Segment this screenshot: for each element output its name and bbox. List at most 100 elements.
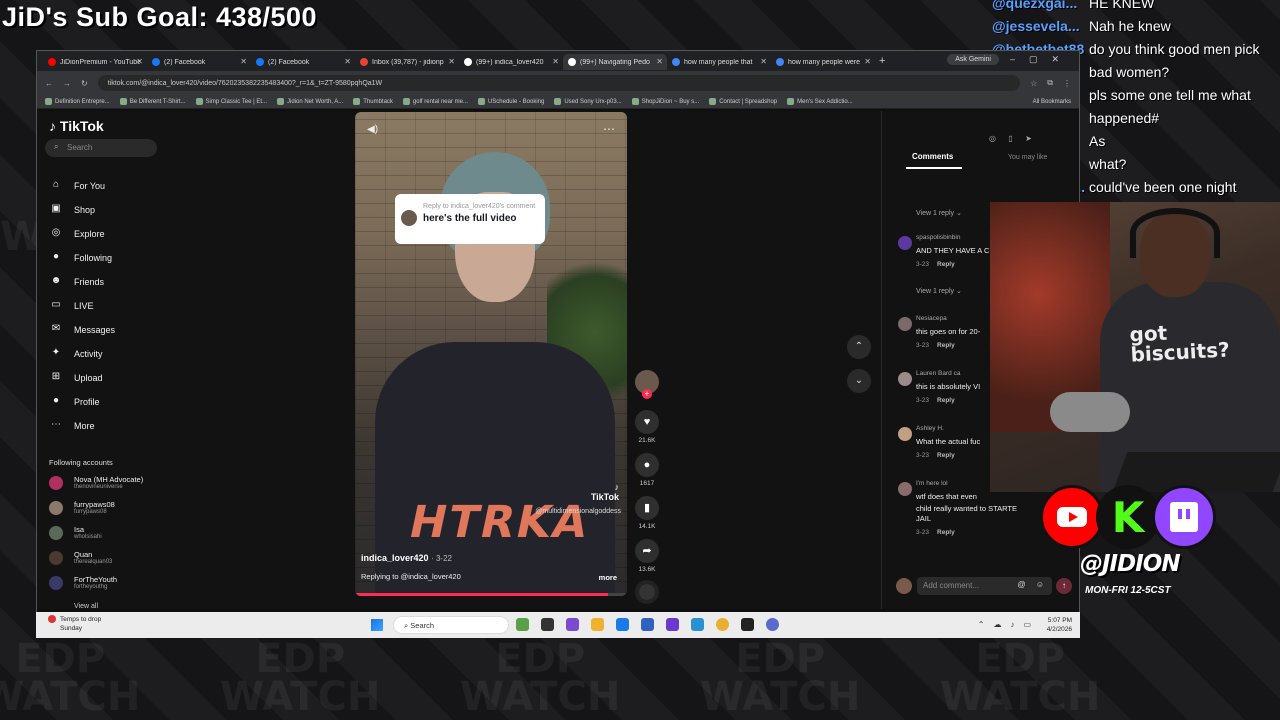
next-video-button[interactable]: ⌄	[847, 369, 871, 393]
tab-close-icon[interactable]: ✕	[864, 57, 871, 66]
video-author[interactable]: indica_lover420 · 3-22	[361, 553, 452, 563]
tab-close-icon[interactable]: ✕	[344, 57, 351, 66]
sidebar-item-activity[interactable]: ✦ Activity	[49, 347, 103, 361]
view-all-link[interactable]: View all	[74, 603, 98, 610]
menu-icon[interactable]: ⋮	[1063, 79, 1071, 88]
sidebar-item-messages[interactable]: ✉ Messages	[49, 323, 115, 337]
store-app-icon[interactable]	[641, 618, 654, 631]
system-tray[interactable]: ⌃☁♪▭	[978, 620, 1040, 629]
tab-close-icon[interactable]: ✕	[136, 57, 143, 66]
bookmark-item[interactable]: ShopJiDion ~ Buy s...	[631, 98, 699, 105]
following-account[interactable]: furrypaws08 furrypaws08	[49, 501, 115, 515]
sidebar-item-friends[interactable]: ☻ Friends	[49, 275, 104, 289]
browser-tab[interactable]: JiDionPremium - YouTube ✕	[43, 54, 147, 70]
file-explorer-icon[interactable]	[591, 618, 604, 631]
video-progress-bar[interactable]	[355, 593, 627, 596]
browser-tab[interactable]: (2) Facebook ✕	[147, 54, 251, 70]
view-replies-link[interactable]: View 1 reply ⌄	[916, 209, 962, 217]
post-comment-button[interactable]: ↑	[1056, 578, 1072, 594]
sidebar-item-for-you[interactable]: ⌂ For You	[49, 179, 105, 193]
caption-more-button[interactable]: more	[599, 573, 617, 582]
comment-button[interactable]: ● 1617	[635, 453, 659, 487]
tiktok-logo[interactable]: ♪ TikTok	[49, 118, 104, 134]
bookmark-item[interactable]: Used Sony Urx-p03...	[554, 98, 622, 105]
browser-tab[interactable]: (99+) indica_lover420 ✕	[459, 54, 563, 70]
comment-avatar[interactable]	[898, 317, 912, 331]
video-more-icon[interactable]: ⋯	[603, 122, 615, 136]
reply-button[interactable]: Reply	[937, 342, 955, 349]
add-comment-input[interactable]: @ ☺ Add comment...	[917, 577, 1052, 595]
following-account[interactable]: ForTheYouth fortheyouthg	[49, 576, 117, 590]
photos-app-icon[interactable]	[691, 618, 704, 631]
task-view-icon[interactable]	[541, 618, 554, 631]
ask-gemini-button[interactable]: Ask Gemini	[947, 54, 999, 65]
tab-comments[interactable]: Comments	[912, 152, 953, 161]
new-tab-button[interactable]: +	[879, 55, 885, 67]
sidebar-item-shop[interactable]: ▣ Shop	[49, 203, 95, 217]
following-account[interactable]: Quan therealquan03	[49, 551, 112, 565]
browser-tab[interactable]: how many people that ✕	[667, 54, 771, 70]
taskbar-search[interactable]: ⌕ Search	[393, 616, 509, 634]
url-field[interactable]: tiktok.com/@indica_lover420/video/762023…	[97, 75, 1021, 91]
bookmark-item[interactable]: Men's Sex Addictio...	[787, 98, 853, 105]
bookmark-item[interactable]: Be Different T-Shirt...	[119, 98, 186, 105]
forward-icon[interactable]: →	[63, 79, 71, 88]
sidebar-item-live[interactable]: ▭ LIVE	[49, 299, 93, 313]
app-icon[interactable]	[741, 618, 754, 631]
sidebar-item-following[interactable]: ● Following	[49, 251, 112, 265]
reply-button[interactable]: Reply	[937, 452, 955, 459]
previous-video-button[interactable]: ⌃	[847, 335, 871, 359]
reply-button[interactable]: Reply	[937, 261, 955, 268]
sidebar-item-upload[interactable]: ⊞ Upload	[49, 371, 103, 385]
phone-icon[interactable]: ▯	[1004, 134, 1017, 147]
bookmark-item[interactable]: Definition Entrepre...	[45, 98, 110, 105]
video-player[interactable]: HTRKA ◀) ⋯ Reply to indica_lover420's co…	[355, 112, 627, 596]
reply-button[interactable]: Reply	[937, 529, 955, 536]
tab-you-may-like[interactable]: You may like	[1008, 154, 1047, 161]
bookmark-item[interactable]: USchedule - Booking	[477, 98, 544, 105]
bookmark-star-icon[interactable]: ☆	[1030, 79, 1037, 88]
comment-avatar[interactable]	[898, 372, 912, 386]
like-button[interactable]: ♥ 21.6K	[635, 410, 659, 444]
share-button[interactable]: ➦ 13.6K	[635, 539, 659, 573]
bookmark-item[interactable]: Thumbtack	[353, 98, 393, 105]
back-icon[interactable]: ←	[45, 79, 53, 88]
tab-close-icon[interactable]: ✕	[760, 57, 767, 66]
bookmark-item[interactable]: Simp Classic Tee | Et...	[195, 98, 267, 105]
bookmark-item[interactable]: golf rental near me...	[402, 98, 468, 105]
browser-tab[interactable]: (2) Facebook ✕	[251, 54, 355, 70]
bookmark-item[interactable]: Contact | Spreadshop	[709, 98, 777, 105]
following-account[interactable]: Isa wholsisahi	[49, 526, 102, 540]
following-account[interactable]: Nova (MH Advocate) thenovineuniverse	[49, 476, 143, 490]
sidebar-item-profile[interactable]: ● Profile	[49, 395, 100, 409]
extensions-icon[interactable]: ⧉	[1047, 78, 1053, 88]
chrome-app-icon[interactable]	[716, 618, 729, 631]
sidebar-item-explore[interactable]: ◎ Explore	[49, 227, 105, 241]
send-icon[interactable]: ➤	[1022, 134, 1035, 147]
browser-tab[interactable]: (99+) Navigating Pedo ✕	[563, 54, 667, 70]
discord-app-icon[interactable]	[766, 618, 779, 631]
taskbar-clock[interactable]: 5:07 PM 4/2/2026	[1047, 616, 1072, 634]
compass-icon[interactable]: ◎	[986, 134, 999, 147]
edge-app-icon[interactable]	[616, 618, 629, 631]
all-bookmarks-link[interactable]: All Bookmarks	[1033, 99, 1071, 105]
view-replies-link[interactable]: View 1 reply ⌄	[916, 287, 962, 295]
search-input[interactable]: ⌕ Search	[45, 139, 157, 157]
tab-close-icon[interactable]: ✕	[656, 57, 663, 66]
bookmark-button[interactable]: ▮ 14.1K	[635, 496, 659, 530]
browser-tab[interactable]: Inbox (39,787) - jidionp ✕	[355, 54, 459, 70]
follow-plus-icon[interactable]: +	[642, 389, 652, 399]
comment-avatar[interactable]	[898, 236, 912, 250]
browser-tab[interactable]: how many people were ✕	[771, 54, 875, 70]
tab-close-icon[interactable]: ✕	[448, 57, 455, 66]
tab-close-icon[interactable]: ✕	[552, 57, 559, 66]
app-icon[interactable]	[666, 618, 679, 631]
start-button[interactable]	[371, 619, 383, 631]
sidebar-item-more[interactable]: ⋯ More	[49, 419, 95, 433]
window-controls[interactable]: –▢✕	[1010, 54, 1073, 65]
reply-button[interactable]: Reply	[937, 397, 955, 404]
comment-avatar[interactable]	[898, 427, 912, 441]
bookmark-item[interactable]: Jidion Net Worth, A...	[276, 98, 343, 105]
comment-avatar[interactable]	[898, 482, 912, 496]
weather-widget[interactable]: Temps to drop Sunday	[48, 615, 101, 633]
